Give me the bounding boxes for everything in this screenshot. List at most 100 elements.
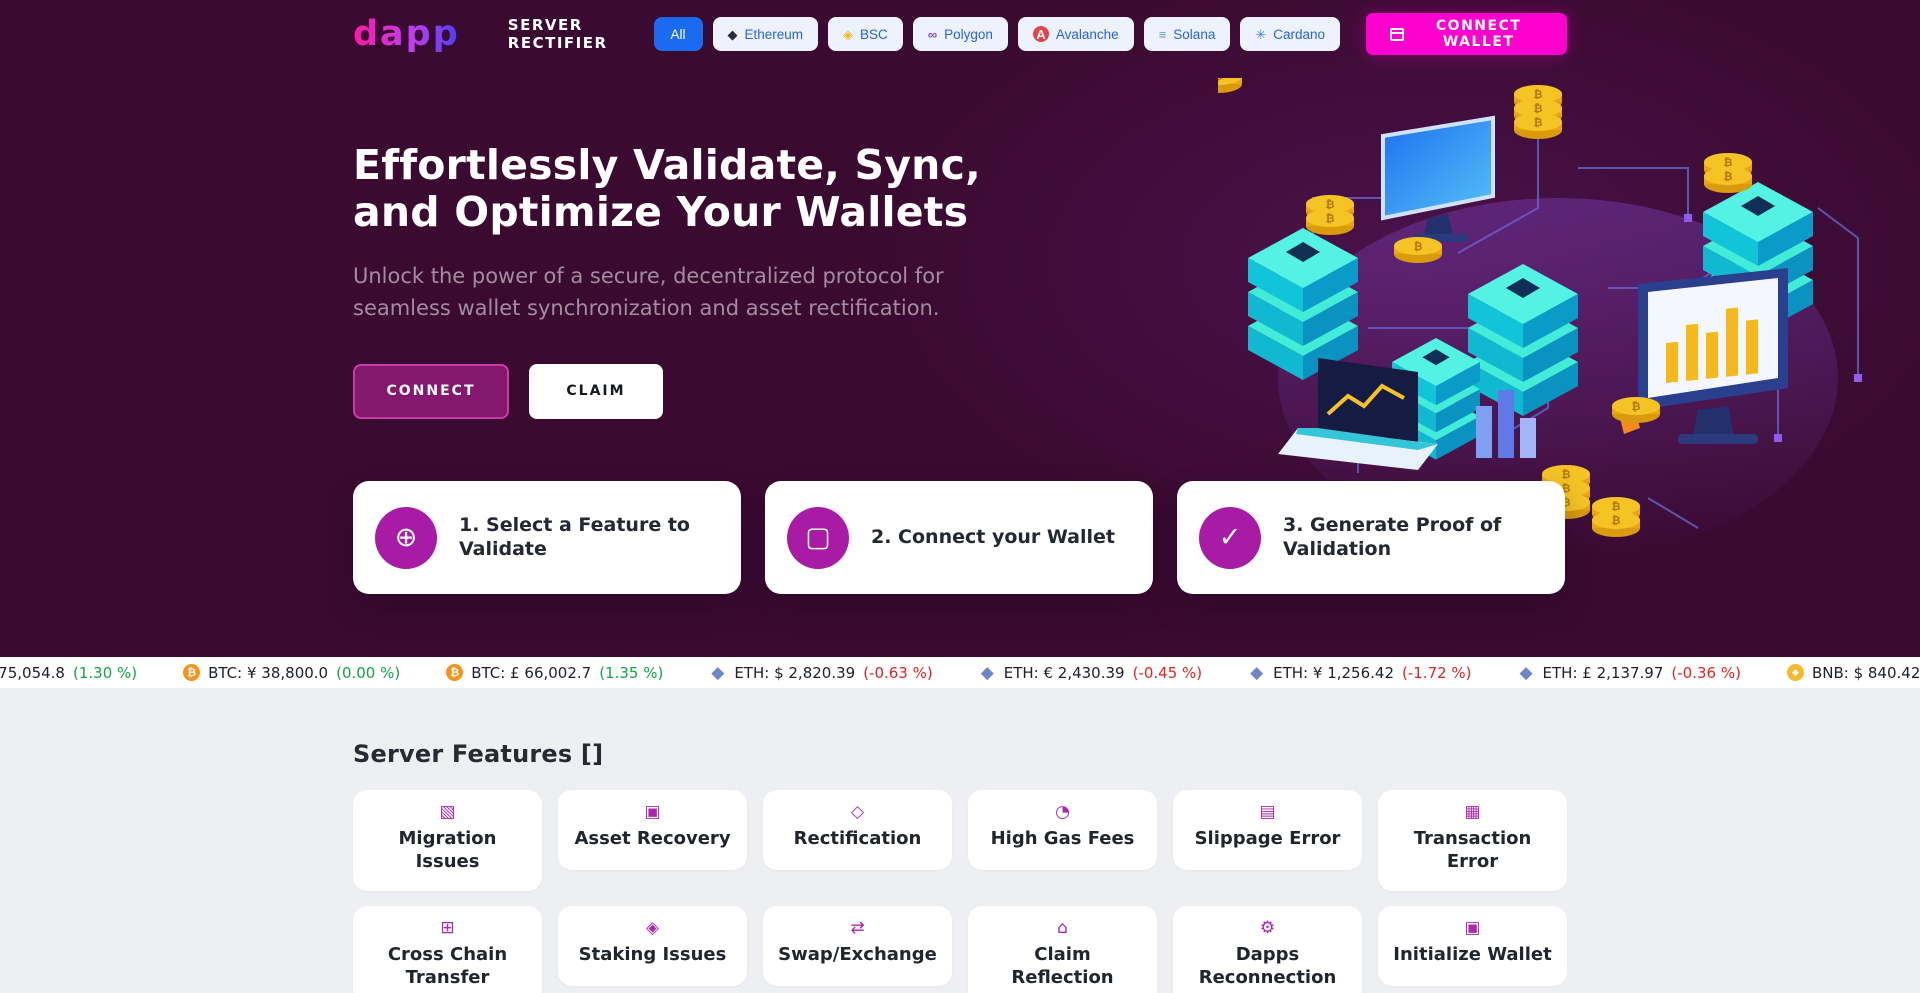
feature-card[interactable]: ▤ Slippage Error: [1173, 790, 1362, 870]
feature-card[interactable]: ▦ Transaction Error: [1378, 790, 1567, 891]
ticker-price: ETH: € 2,430.39: [1004, 664, 1125, 682]
feature-label: Transaction Error: [1392, 828, 1553, 873]
bnb-icon: ◆: [1787, 664, 1804, 681]
ticker-change: (-0.45 %): [1133, 664, 1203, 682]
ticker-change: (-0.36 %): [1671, 664, 1741, 682]
step-label: 2. Connect your Wallet: [871, 526, 1115, 550]
btc-icon: ₿: [446, 664, 463, 681]
chain-filter-chip[interactable]: ∞ Polygon: [913, 17, 1008, 51]
chain-label: Avalanche: [1056, 27, 1119, 42]
ticker-price: BTC: € 75,054.8: [0, 664, 65, 682]
chain-label: Ethereum: [745, 27, 804, 42]
feature-card[interactable]: ⚙ Dapps Reconnection: [1173, 906, 1362, 993]
price-ticker[interactable]: ₿ BTC: € 75,054.8 (1.30 %) ₿ BTC: ¥ 38,8…: [0, 657, 1920, 688]
connect-button[interactable]: CONNECT: [353, 364, 509, 419]
ticker-change: (-1.72 %): [1402, 664, 1472, 682]
ticker-item: ₿ BTC: € 75,054.8 (1.30 %): [0, 664, 137, 682]
shopping-bag-icon: ⌂: [982, 920, 1143, 937]
wallet-icon: ▢: [787, 507, 849, 569]
claim-button[interactable]: CLAIM: [529, 364, 663, 419]
gear-icon: ⚙: [1187, 920, 1348, 937]
hero-subtitle: Unlock the power of a secure, decentrali…: [353, 261, 1033, 323]
ticker-change: (0.00 %): [336, 664, 400, 682]
features-section: Server Features [] ▧ Migration Issues ▣ …: [0, 688, 1920, 993]
wallet-icon: [1390, 28, 1404, 41]
step-label: 1. Select a Feature to Validate: [459, 514, 719, 562]
ticker-item: ◆ ETH: £ 2,137.97 (-0.36 %): [1518, 664, 1741, 682]
feature-card[interactable]: ⌂ Claim Reflection: [968, 906, 1157, 993]
eraser-icon: ◇: [777, 804, 938, 821]
ticker-item: ◆ BNB: $ 840.42 (1.88 %): [1787, 664, 1920, 682]
polygon-icon: ∞: [928, 28, 937, 41]
chain-filter-chip[interactable]: ◆ Ethereum: [713, 17, 819, 51]
calculator-icon: ▦: [1392, 804, 1553, 821]
chain-filter-chip[interactable]: ✳ Cardano: [1240, 17, 1340, 51]
chain-filter-chip[interactable]: ≡ Solana: [1144, 17, 1231, 51]
steps-row: ⊕ 1. Select a Feature to Validate ▢ 2. C…: [353, 481, 1565, 594]
feature-card[interactable]: ◇ Rectification: [763, 790, 952, 870]
ticker-change: (1.30 %): [73, 664, 137, 682]
chain-filter-chip[interactable]: A Avalanche: [1018, 17, 1134, 51]
crop-frame-icon: ⊞: [367, 920, 528, 937]
feature-card[interactable]: ▧ Migration Issues: [353, 790, 542, 891]
eth-icon: ◆: [709, 664, 726, 681]
feature-card[interactable]: ◔ High Gas Fees: [968, 790, 1157, 870]
top-navigation: dapp SERVER RECTIFIER All ◆ Ethereum ◈ B…: [353, 0, 1567, 68]
ticker-item: ₿ BTC: £ 66,002.7 (1.35 %): [446, 664, 663, 682]
feature-card[interactable]: ▣ Initialize Wallet: [1378, 906, 1567, 986]
hero-title: Effortlessly Validate, Sync, and Optimiz…: [353, 142, 1013, 235]
ticker-change: (-0.63 %): [863, 664, 933, 682]
eth-icon: ◆: [979, 664, 996, 681]
chain-filter-chip[interactable]: ◈ BSC: [828, 17, 903, 51]
bank-icon: ⇄: [777, 920, 938, 937]
step-card[interactable]: ▢ 2. Connect your Wallet: [765, 481, 1153, 594]
chart-bars-icon: ▤: [1187, 804, 1348, 821]
feature-label: Staking Issues: [572, 944, 733, 967]
ticker-item: ₿ BTC: ¥ 38,800.0 (0.00 %): [183, 664, 400, 682]
chain-filter-group: All ◆ Ethereum ◈ BSC ∞ Polygon A Avalanc…: [654, 17, 1341, 51]
chain-label: Solana: [1173, 27, 1215, 42]
chain-label: Cardano: [1273, 27, 1325, 42]
eth-icon: ◆: [1518, 664, 1535, 681]
step-label: 3. Generate Proof of Validation: [1283, 514, 1543, 562]
feature-label: High Gas Fees: [982, 828, 1143, 851]
ticker-price: ETH: £ 2,137.97: [1543, 664, 1664, 682]
ticker-change: (1.35 %): [599, 664, 663, 682]
feature-card[interactable]: ⇄ Swap/Exchange: [763, 906, 952, 986]
ticker-item: ◆ ETH: $ 2,820.39 (-0.63 %): [709, 664, 932, 682]
feature-label: Claim Reflection: [982, 944, 1143, 989]
features-title: Server Features []: [353, 740, 1567, 768]
chain-label: All: [671, 27, 686, 42]
record-box-icon: ▣: [572, 804, 733, 821]
feature-label: Asset Recovery: [572, 828, 733, 851]
step-card[interactable]: ✓ 3. Generate Proof of Validation: [1177, 481, 1565, 594]
chain-label: BSC: [860, 27, 888, 42]
feature-card[interactable]: ◈ Staking Issues: [558, 906, 747, 986]
feature-label: Swap/Exchange: [777, 944, 938, 967]
dapp-logo[interactable]: dapp: [353, 14, 460, 54]
ticker-price: ETH: $ 2,820.39: [734, 664, 855, 682]
ticker-track: ₿ BTC: € 75,054.8 (1.30 %) ₿ BTC: ¥ 38,8…: [0, 664, 1920, 682]
ethereum-icon: ◆: [728, 28, 738, 41]
cardano-icon: ✳: [1255, 28, 1266, 41]
brand-title: SERVER RECTIFIER: [508, 16, 654, 52]
eth-icon: ◆: [1248, 664, 1265, 681]
feature-label: Rectification: [777, 828, 938, 851]
feature-label: Initialize Wallet: [1392, 944, 1553, 967]
feature-label: Slippage Error: [1187, 828, 1348, 851]
hero-title-line2: and Optimize Your Wallets: [353, 189, 1013, 236]
connect-wallet-button[interactable]: CONNECT WALLET: [1366, 13, 1567, 55]
feature-card[interactable]: ▣ Asset Recovery: [558, 790, 747, 870]
hero-title-line1: Effortlessly Validate, Sync,: [353, 142, 1013, 189]
ticker-item: ◆ ETH: € 2,430.39 (-0.45 %): [979, 664, 1202, 682]
hero-section: dapp SERVER RECTIFIER All ◆ Ethereum ◈ B…: [0, 0, 1920, 688]
ticker-price: BNB: $ 840.42: [1812, 664, 1920, 682]
step-card[interactable]: ⊕ 1. Select a Feature to Validate: [353, 481, 741, 594]
record-box-icon: ▣: [1392, 920, 1553, 937]
feature-label: Cross Chain Transfer: [367, 944, 528, 989]
feature-label: Migration Issues: [367, 828, 528, 873]
ticker-price: BTC: £ 66,002.7: [471, 664, 591, 682]
chain-filter-chip[interactable]: All: [654, 17, 703, 51]
feature-card[interactable]: ⊞ Cross Chain Transfer: [353, 906, 542, 993]
piggy-bank-icon: ✓: [1199, 507, 1261, 569]
